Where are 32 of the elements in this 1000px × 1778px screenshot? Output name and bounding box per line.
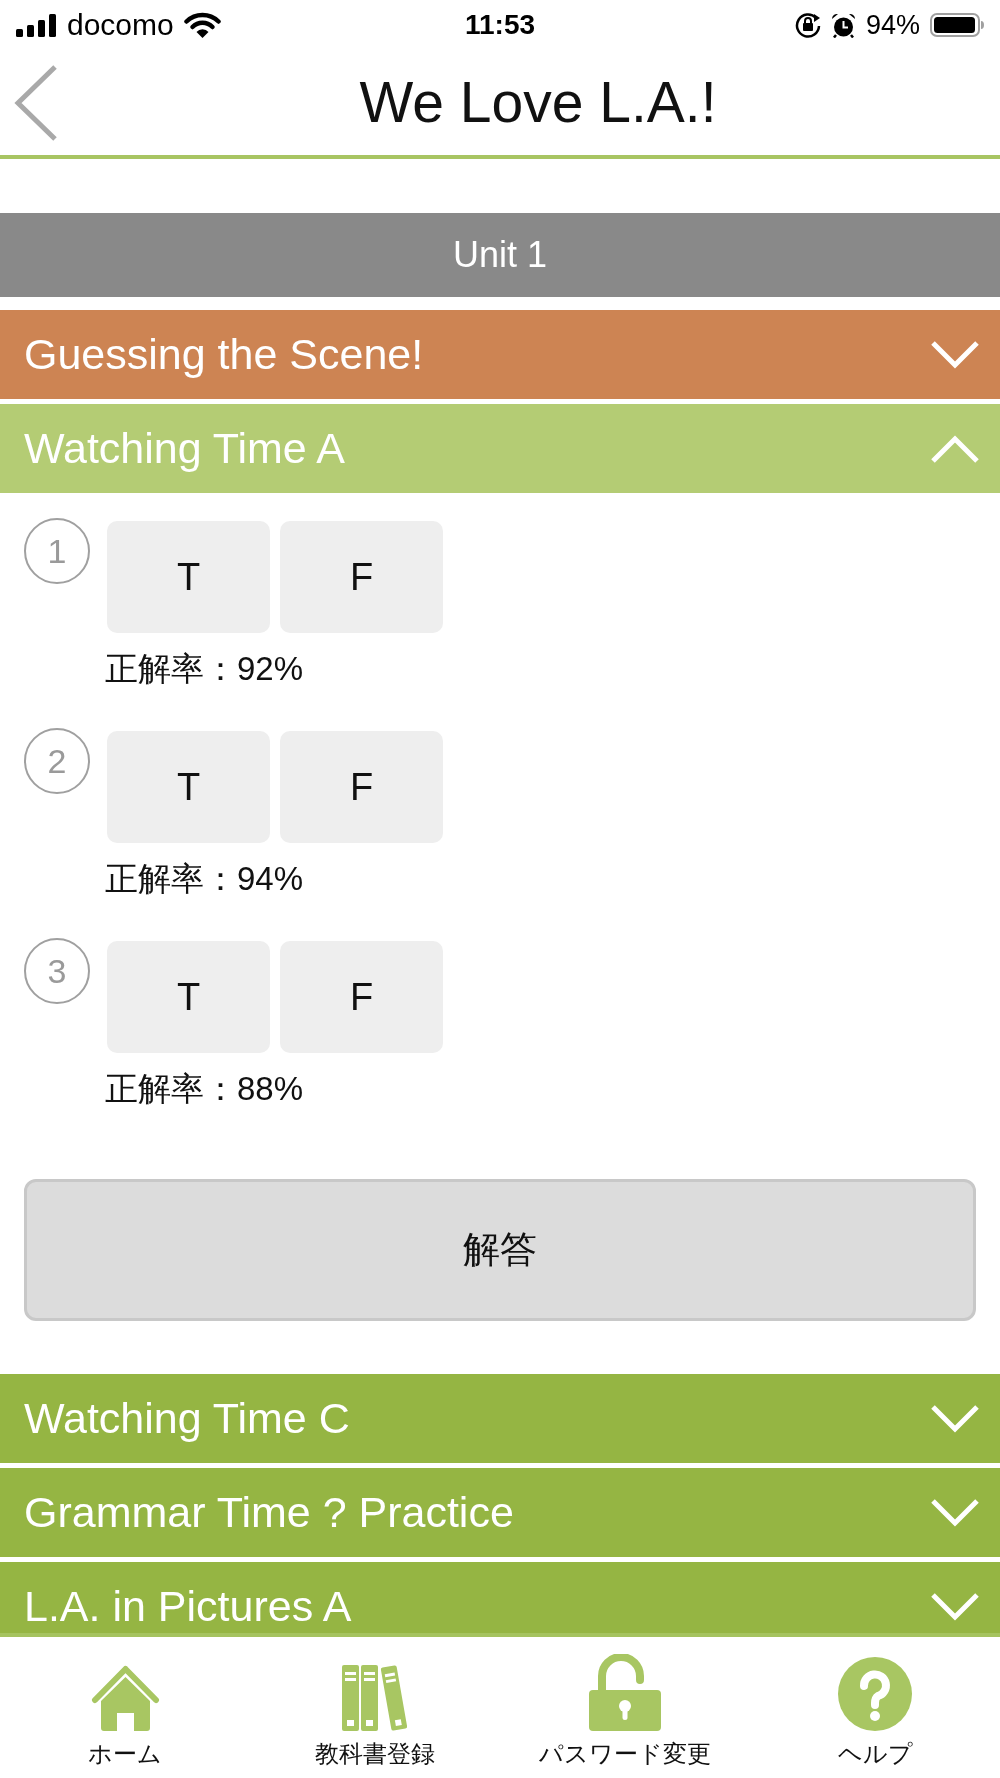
accuracy-rate: 正解率：94% bbox=[105, 859, 305, 899]
accuracy-rate: 正解率：88% bbox=[105, 1069, 305, 1109]
question-number: 3 bbox=[24, 938, 90, 1004]
answer-button[interactable]: 解答 bbox=[24, 1179, 976, 1321]
books-icon bbox=[341, 1665, 409, 1731]
answer-option-button[interactable]: T bbox=[107, 941, 270, 1053]
tab-bar-item[interactable]: ヘルプ bbox=[837, 1637, 913, 1778]
alarm-icon bbox=[830, 12, 856, 38]
answer-option-button[interactable]: T bbox=[107, 731, 270, 843]
carrier-name: docomo bbox=[67, 10, 174, 40]
tab-bar-item[interactable]: 教科書登録 bbox=[315, 1637, 435, 1778]
answer-option-button[interactable]: F bbox=[280, 731, 443, 843]
help-icon bbox=[838, 1657, 912, 1731]
accuracy-rate: 正解率：92% bbox=[105, 649, 305, 689]
home-icon bbox=[90, 1665, 160, 1731]
page-title: We Love L.A.! bbox=[358, 74, 718, 131]
orientation-lock-icon bbox=[794, 12, 821, 38]
answer-option-button[interactable]: F bbox=[280, 521, 443, 633]
question-number: 2 bbox=[24, 728, 90, 794]
unit-header: Unit 1 bbox=[0, 213, 1000, 297]
wifi-icon bbox=[183, 12, 221, 38]
tab-bar-item[interactable]: パスワード変更 bbox=[539, 1637, 711, 1778]
battery-percent: 94% bbox=[865, 11, 920, 39]
answer-option-button[interactable]: T bbox=[107, 521, 270, 633]
battery-icon bbox=[930, 13, 984, 37]
answer-option-button[interactable]: F bbox=[280, 941, 443, 1053]
signal-icon bbox=[16, 13, 57, 37]
status-time: 11:53 bbox=[464, 11, 536, 39]
question-number: 1 bbox=[24, 518, 90, 584]
back-icon[interactable] bbox=[14, 64, 58, 141]
tab-bar-item[interactable]: ホーム bbox=[88, 1637, 162, 1778]
padlock-icon bbox=[589, 1654, 661, 1731]
